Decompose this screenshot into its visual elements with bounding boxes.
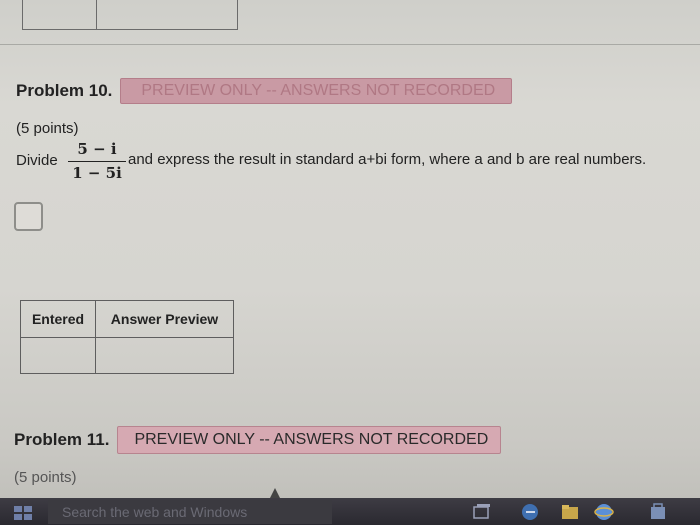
answer-preview-column-header: Answer Preview: [95, 300, 234, 338]
entered-cell: [20, 337, 96, 374]
taskbar-search-box[interactable]: Search the web and Windows: [48, 500, 332, 524]
table-row: [20, 337, 234, 374]
problem-11-points: (5 points): [14, 469, 77, 486]
table-header-row: Entered Answer Preview: [20, 300, 234, 338]
internet-explorer-icon[interactable]: [594, 503, 614, 521]
windows-start-icon[interactable]: [14, 506, 32, 520]
divide-label: Divide: [16, 152, 58, 169]
fraction-numerator: 5 − i: [77, 140, 117, 158]
answer-input[interactable]: [14, 202, 43, 231]
screen: Problem 10. PREVIEW ONLY -- ANSWERS NOT …: [0, 0, 700, 525]
problem-11-header: Problem 11. PREVIEW ONLY -- ANSWERS NOT …: [14, 426, 502, 454]
previous-table-cell: [97, 0, 237, 29]
entered-column-header: Entered: [20, 300, 96, 338]
section-divider: [0, 44, 700, 45]
store-icon[interactable]: [648, 503, 668, 521]
task-view-icon[interactable]: [472, 503, 492, 521]
complex-fraction: 5 − i 1 − 5i: [68, 140, 126, 184]
fraction-bar: [68, 161, 126, 162]
problem-10-instruction: and express the result in standard a+bi …: [128, 151, 647, 168]
problem-11-title: Problem 11.: [14, 430, 110, 449]
preview-only-banner: PREVIEW ONLY -- ANSWERS NOT RECORDED: [117, 426, 502, 454]
mouse-cursor-icon: [270, 488, 280, 498]
problem-10-question: Divide 5 − i 1 − 5i and express the resu…: [16, 140, 700, 188]
answer-preview-cell: [95, 337, 234, 374]
previous-results-table: [22, 0, 238, 30]
edge-icon[interactable]: [520, 503, 540, 521]
file-explorer-icon[interactable]: [560, 503, 580, 521]
problem-10-points: (5 points): [16, 120, 79, 137]
fraction-denominator: 1 − 5i: [72, 164, 122, 182]
problem-10-title: Problem 10.: [16, 81, 113, 100]
answer-results-table: Entered Answer Preview: [20, 300, 234, 374]
preview-only-banner: PREVIEW ONLY -- ANSWERS NOT RECORDED: [120, 78, 513, 104]
problem-10-header: Problem 10. PREVIEW ONLY -- ANSWERS NOT …: [16, 78, 513, 104]
previous-table-cell: [23, 0, 97, 29]
windows-taskbar: Search the web and Windows: [0, 498, 700, 525]
